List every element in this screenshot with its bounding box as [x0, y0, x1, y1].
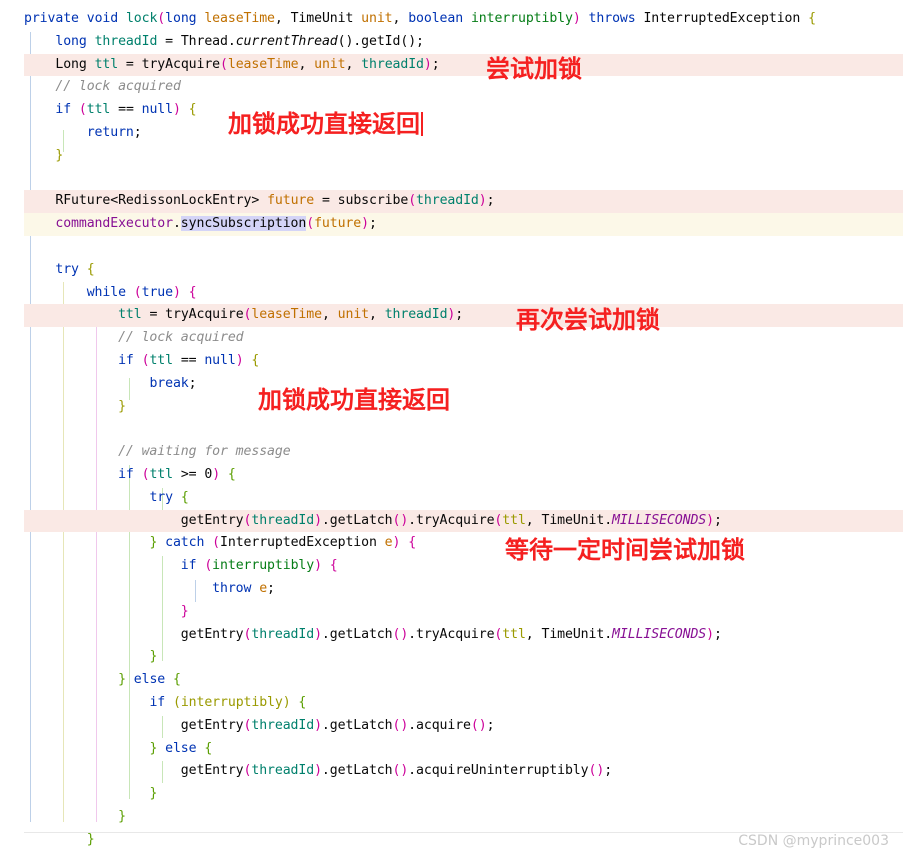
- code-line[interactable]: } catch (InterruptedException e) {: [0, 532, 903, 555]
- code-line[interactable]: if (ttl == null) {: [0, 350, 903, 373]
- code-line[interactable]: }: [0, 646, 903, 669]
- code-line-comment[interactable]: // lock acquired: [0, 327, 903, 350]
- code-line-blank[interactable]: [0, 236, 903, 259]
- code-line[interactable]: getEntry(threadId).getLatch().acquireUni…: [0, 760, 903, 783]
- annotation-text: 再次尝试加锁: [516, 306, 660, 334]
- code-line[interactable]: }: [0, 145, 903, 168]
- code-editor[interactable]: private void lock(long leaseTime, TimeUn…: [0, 0, 903, 856]
- code-line[interactable]: private void lock(long leaseTime, TimeUn…: [0, 8, 903, 31]
- code-line[interactable]: long threadId = Thread.currentThread().g…: [0, 31, 903, 54]
- annotation-break-on-success: 加锁成功直接返回: [258, 388, 450, 412]
- code-line-selected[interactable]: commandExecutor.syncSubscription(future)…: [0, 213, 903, 236]
- code-line-comment[interactable]: // lock acquired: [0, 76, 903, 99]
- code-line[interactable]: throw e;: [0, 578, 903, 601]
- code-line[interactable]: if (ttl >= 0) {: [0, 464, 903, 487]
- code-line[interactable]: }: [0, 601, 903, 624]
- code-line[interactable]: }: [0, 783, 903, 806]
- code-line[interactable]: }: [0, 806, 903, 829]
- code-line[interactable]: try {: [0, 487, 903, 510]
- code-line[interactable]: } else {: [0, 669, 903, 692]
- code-line-highlighted[interactable]: Long ttl = tryAcquire(leaseTime, unit, t…: [0, 53, 903, 77]
- code-line-blank[interactable]: [0, 168, 903, 191]
- code-line[interactable]: getEntry(threadId).getLatch().tryAcquire…: [0, 624, 903, 647]
- code-line[interactable]: getEntry(threadId).getLatch().acquire();: [0, 715, 903, 738]
- annotation-wait-then-acquire: 等待一定时间尝试加锁: [505, 538, 745, 562]
- annotation-text: 加锁成功直接返回: [228, 110, 420, 138]
- watermark: CSDN @myprince003: [738, 833, 889, 849]
- annotation-return-on-success: 加锁成功直接返回: [228, 112, 423, 136]
- annotation-text: 加锁成功直接返回: [258, 386, 450, 414]
- code-line[interactable]: if (interruptibly) {: [0, 555, 903, 578]
- code-line-comment[interactable]: // waiting for message: [0, 441, 903, 464]
- annotation-retry-acquire: 再次尝试加锁: [516, 308, 660, 332]
- code-line[interactable]: return;: [0, 122, 903, 145]
- code-line-highlighted[interactable]: RFuture<RedissonLockEntry> future = subs…: [0, 190, 903, 213]
- annotation-text: 尝试加锁: [486, 55, 582, 83]
- code-line[interactable]: if (ttl == null) {: [0, 99, 903, 122]
- code-line[interactable]: }: [0, 396, 903, 419]
- code-line-highlighted[interactable]: getEntry(threadId).getLatch().tryAcquire…: [0, 509, 903, 533]
- annotation-text: 等待一定时间尝试加锁: [505, 536, 745, 564]
- code-line-blank[interactable]: [0, 418, 903, 441]
- code-lines[interactable]: private void lock(long leaseTime, TimeUn…: [0, 8, 903, 851]
- code-line[interactable]: try {: [0, 259, 903, 282]
- code-line[interactable]: break;: [0, 373, 903, 396]
- code-line[interactable]: if (interruptibly) {: [0, 692, 903, 715]
- text-caret: [421, 112, 423, 136]
- code-line-highlighted[interactable]: ttl = tryAcquire(leaseTime, unit, thread…: [0, 304, 903, 327]
- code-line[interactable]: while (true) {: [0, 282, 903, 305]
- annotation-try-acquire: 尝试加锁: [486, 57, 582, 81]
- code-line[interactable]: } else {: [0, 738, 903, 761]
